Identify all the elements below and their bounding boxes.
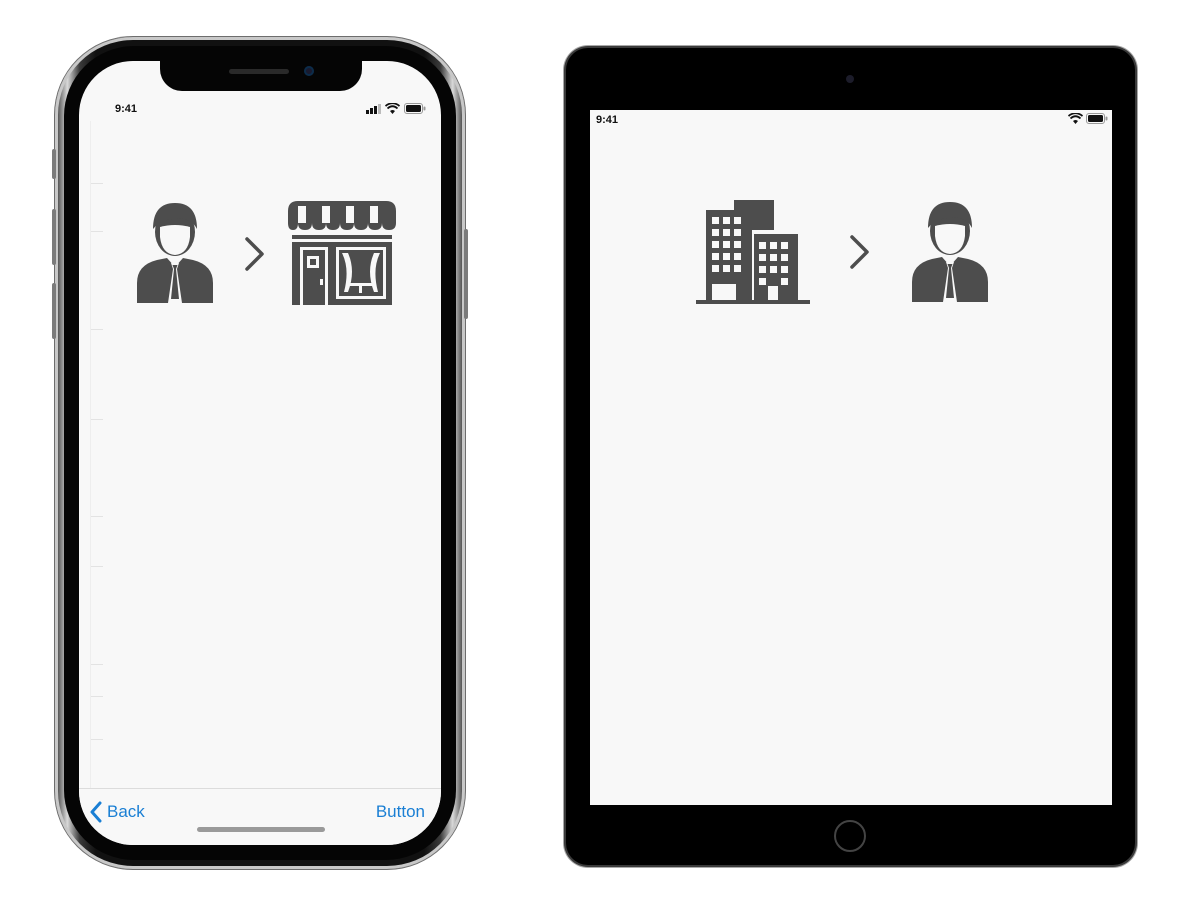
back-button-label: Back [107, 802, 145, 821]
separator-line [91, 664, 103, 665]
toolbar-action-button[interactable]: Button [376, 802, 425, 822]
chevron-right-icon [245, 237, 264, 271]
ipad-screen: 9:41 [590, 110, 1112, 805]
chevron-right-icon [850, 235, 869, 269]
store-icon [288, 201, 396, 305]
person-icon [137, 203, 213, 303]
home-indicator [197, 827, 325, 832]
status-time: 9:41 [596, 114, 619, 126]
ipad-device-frame: 9:41 [566, 48, 1135, 865]
front-camera [846, 75, 854, 83]
wifi-icon [1068, 113, 1083, 124]
front-camera [304, 66, 314, 76]
home-button[interactable] [834, 820, 866, 852]
content-area [90, 121, 436, 790]
separator-line [91, 183, 103, 184]
power-button [464, 229, 468, 319]
notch [160, 61, 362, 91]
mute-switch [52, 149, 56, 179]
cellular-signal-icon [366, 104, 381, 114]
volume-up-button [52, 209, 56, 265]
separator-line [91, 419, 103, 420]
chevron-left-icon [90, 801, 102, 823]
battery-icon [1086, 113, 1108, 124]
back-button[interactable]: Back [89, 801, 145, 823]
earpiece-speaker [229, 69, 289, 74]
status-time: 9:41 [115, 103, 138, 115]
separator-line [91, 696, 103, 697]
separator-line [91, 329, 103, 330]
person-icon [912, 202, 988, 302]
iphone-device-frame: 9:41 Back Button [52, 37, 468, 869]
separator-line [91, 516, 103, 517]
office-building-icon [696, 200, 810, 304]
bottom-toolbar: Back Button [79, 788, 441, 845]
iphone-screen: 9:41 Back Button [79, 61, 441, 845]
battery-icon [404, 103, 426, 114]
separator-line [91, 231, 103, 232]
separator-line [91, 566, 103, 567]
separator-line [91, 739, 103, 740]
wifi-icon [385, 103, 400, 114]
volume-down-button [52, 283, 56, 339]
